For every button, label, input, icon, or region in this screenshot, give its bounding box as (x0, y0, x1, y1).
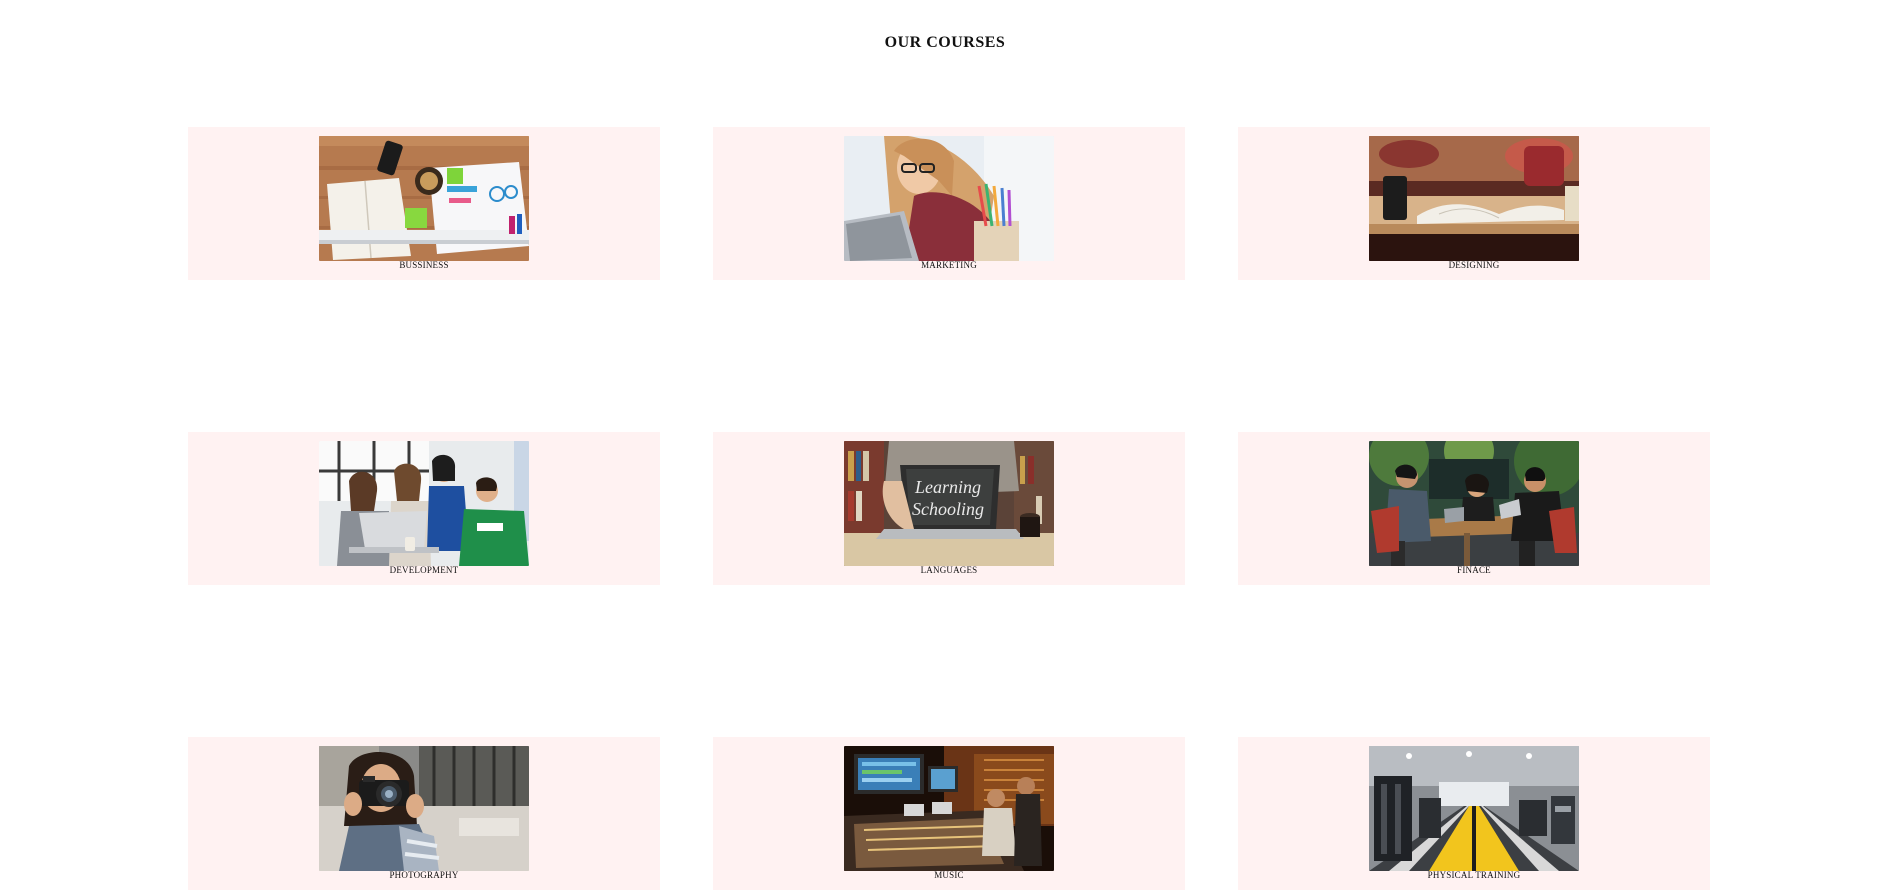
course-label: DEVELOPMENT (389, 565, 459, 575)
course-label: LANGUAGES (920, 565, 978, 575)
course-image-marketing (844, 136, 1054, 261)
course-label: BUSSINESS (399, 260, 449, 270)
courses-grid: BUSSINESS MARKETING DESIGNING DEVELOPMEN… (188, 127, 1712, 890)
course-label: MUSIC (934, 870, 964, 880)
languages-screen-text-1: Learning (914, 477, 981, 497)
course-label: FINACE (1457, 565, 1491, 575)
course-label: MARKETING (921, 260, 977, 270)
course-card-designing[interactable]: DESIGNING (1238, 127, 1710, 280)
course-card-music[interactable]: MUSIC (713, 737, 1185, 890)
course-image-music (844, 746, 1054, 871)
course-image-languages: Learning Schooling (844, 441, 1054, 566)
course-card-languages[interactable]: Learning Schooling LANGUAGES (713, 432, 1185, 585)
course-card-marketing[interactable]: MARKETING (713, 127, 1185, 280)
course-card-physical-training[interactable]: PHYSICAL TRAINING (1238, 737, 1710, 890)
course-image-designing (1369, 136, 1579, 261)
course-image-business (319, 136, 529, 261)
course-card-business[interactable]: BUSSINESS (188, 127, 660, 280)
course-label: PHYSICAL TRAINING (1427, 870, 1521, 880)
course-card-development[interactable]: DEVELOPMENT (188, 432, 660, 585)
course-image-finace (1369, 441, 1579, 566)
course-image-photography (319, 746, 529, 871)
course-label: PHOTOGRAPHY (389, 870, 459, 880)
course-image-development (319, 441, 529, 566)
course-card-finace[interactable]: FINACE (1238, 432, 1710, 585)
course-card-photography[interactable]: PHOTOGRAPHY (188, 737, 660, 890)
course-image-physical-training (1369, 746, 1579, 871)
page-title: OUR COURSES (884, 34, 1006, 51)
course-label: DESIGNING (1448, 260, 1500, 270)
languages-screen-text-2: Schooling (912, 499, 984, 519)
